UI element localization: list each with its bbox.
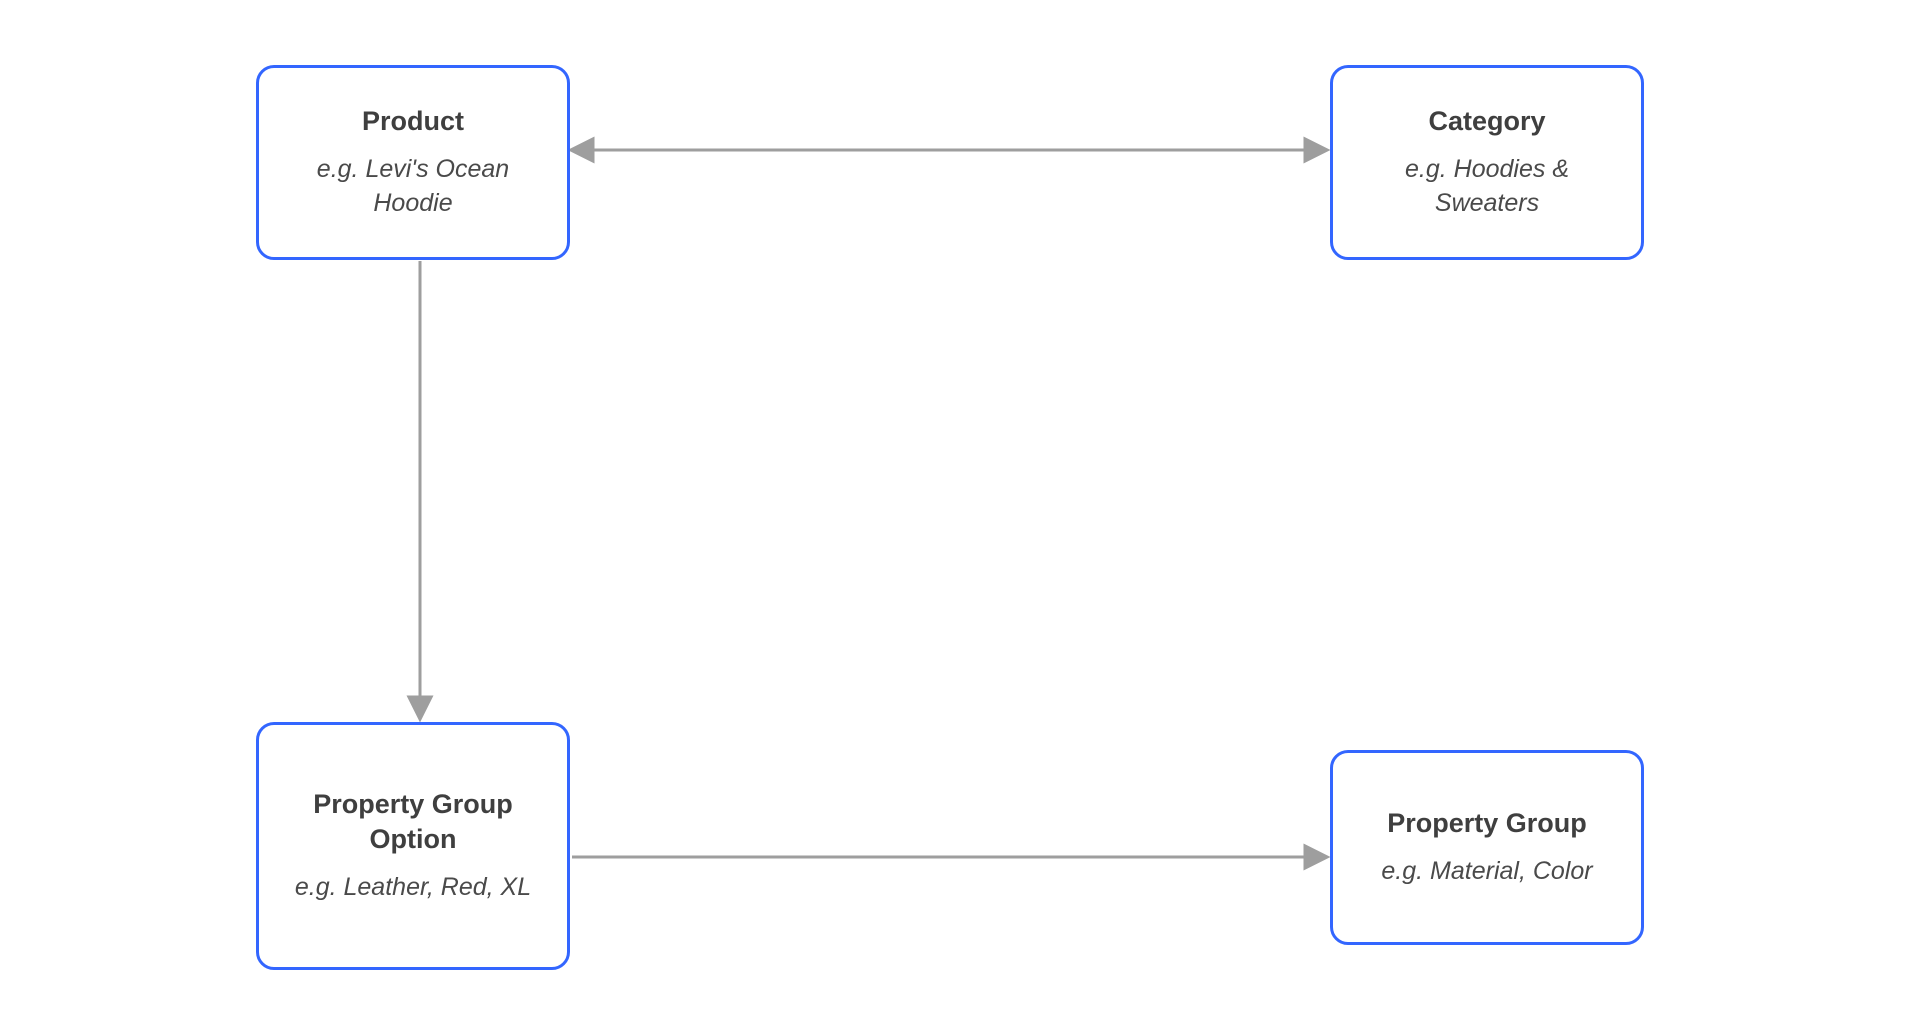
node-category-title: Category [1428, 104, 1545, 139]
node-category-example: e.g. Hoodies & Sweaters [1353, 153, 1621, 221]
node-product-example: e.g. Levi's Ocean Hoodie [279, 153, 547, 221]
node-product: Product e.g. Levi's Ocean Hoodie [256, 65, 570, 260]
node-property-group-option: Property Group Option e.g. Leather, Red,… [256, 722, 570, 970]
node-product-title: Product [362, 104, 464, 139]
node-pg-title: Property Group [1387, 806, 1587, 841]
node-pgo-example: e.g. Leather, Red, XL [295, 871, 531, 905]
node-category: Category e.g. Hoodies & Sweaters [1330, 65, 1644, 260]
diagram-canvas: Product e.g. Levi's Ocean Hoodie Categor… [0, 0, 1930, 1032]
node-pgo-title: Property Group Option [279, 787, 547, 857]
node-pg-example: e.g. Material, Color [1381, 855, 1592, 889]
node-property-group: Property Group e.g. Material, Color [1330, 750, 1644, 945]
